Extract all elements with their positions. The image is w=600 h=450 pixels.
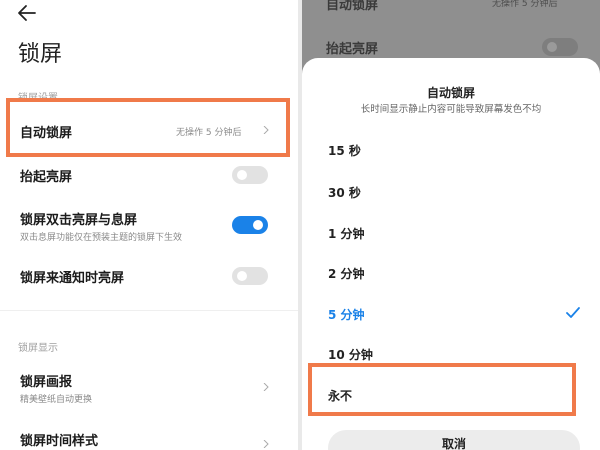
option-10min[interactable]: 10 分钟	[328, 346, 373, 363]
bg-raise-wake-label: 抬起亮屏	[326, 42, 379, 57]
raise-to-wake-toggle[interactable]	[232, 166, 268, 184]
toggle-knob	[547, 42, 557, 52]
clock-style-label[interactable]: 锁屏时间样式	[20, 430, 98, 449]
option-1min[interactable]: 1 分钟	[328, 225, 365, 242]
page-title: 锁屏	[18, 42, 63, 67]
double-tap-toggle[interactable]	[232, 216, 268, 234]
chevron-right-icon	[263, 126, 269, 134]
wallpaper-label[interactable]: 锁屏画报	[20, 371, 72, 390]
sheet-subtitle: 长时间显示静止内容可能导致屏幕发色不均	[360, 104, 542, 115]
bg-auto-lock-label: 自动锁屏	[326, 0, 379, 13]
arrow-left-icon[interactable]	[16, 2, 38, 24]
toggle-knob	[253, 220, 263, 230]
bg-auto-lock-value: 无操作 5 分钟后	[492, 0, 558, 9]
double-tap-label: 锁屏双击亮屏与息屏	[20, 213, 138, 228]
settings-panel: 锁屏 锁屏设置 自动锁屏 无操作 5 分钟后 抬起亮屏 锁屏双击亮屏与息屏 双击…	[0, 0, 298, 450]
toggle-knob	[237, 170, 247, 180]
option-30s[interactable]: 30 秒	[328, 184, 361, 201]
notify-wake-toggle[interactable]	[232, 267, 268, 285]
chevron-right-icon	[263, 383, 269, 391]
bottom-sheet: 自动锁屏 长时间显示静止内容可能导致屏幕发色不均 15 秒 30 秒 1 分钟 …	[302, 58, 600, 450]
chevron-right-icon	[263, 440, 269, 448]
double-tap-sub: 双击息屏功能仅在预装主题的锁屏下生效	[20, 233, 183, 243]
cancel-button[interactable]: 取消	[328, 430, 580, 450]
auto-lock-label[interactable]: 自动锁屏	[20, 122, 72, 141]
auto-lock-value[interactable]: 无操作 5 分钟后	[176, 125, 241, 138]
auto-lock-dialog-panel: 自动锁屏 无操作 5 分钟后 抬起亮屏 自动锁屏 长时间显示静止内容可能导致屏幕…	[302, 0, 600, 450]
toggle-knob	[237, 271, 247, 281]
option-5min[interactable]: 5 分钟	[328, 306, 365, 323]
section-label-lock-display: 锁屏显示	[18, 343, 58, 354]
raise-to-wake-label: 抬起亮屏	[20, 170, 73, 185]
sheet-title: 自动锁屏	[426, 86, 475, 100]
option-never[interactable]: 永不	[328, 387, 352, 404]
wallpaper-sub: 精美壁纸自动更换	[20, 395, 93, 405]
option-2min[interactable]: 2 分钟	[328, 265, 365, 282]
divider	[0, 310, 298, 311]
option-15s[interactable]: 15 秒	[328, 142, 361, 159]
notify-wake-label: 锁屏来通知时亮屏	[20, 271, 125, 286]
checkmark-icon	[566, 307, 580, 318]
bg-toggle	[542, 38, 578, 56]
